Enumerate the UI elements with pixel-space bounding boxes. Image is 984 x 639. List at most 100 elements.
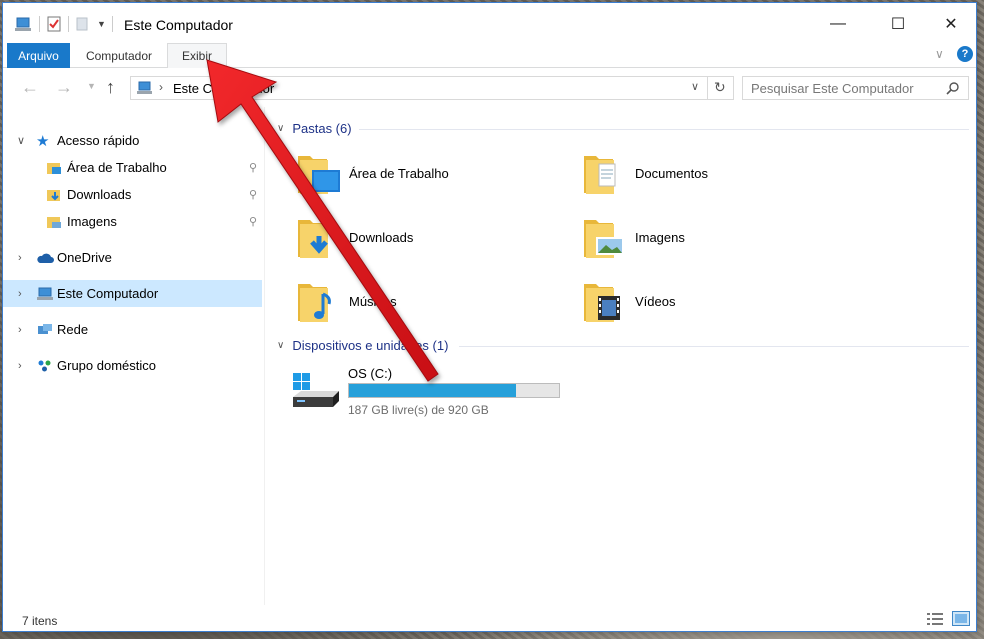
devices-header-label: Dispositivos e unidades (1) [292, 338, 449, 353]
folder-label: Músicas [349, 293, 397, 309]
ribbon-expand-icon[interactable]: ∨ [935, 47, 944, 61]
status-bar: 7 itens [3, 605, 976, 631]
toolbar-divider [68, 16, 69, 32]
drive-usage-fill [349, 384, 517, 397]
tab-computador[interactable]: Computador [75, 43, 163, 68]
forward-arrow-icon[interactable]: → [55, 77, 73, 98]
network-icon [38, 323, 52, 334]
documents-folder-icon [584, 156, 616, 194]
folder-label: Imagens [635, 229, 685, 245]
minimize-button[interactable]: — [827, 13, 849, 35]
search-box[interactable]: Pesquisar Este Computador [742, 76, 969, 100]
chevron-right-icon[interactable]: › [18, 360, 22, 372]
hard-drive-icon [293, 373, 339, 407]
pictures-folder-icon [47, 216, 61, 228]
toolbar-divider [111, 16, 113, 32]
folder-area-de-trabalho[interactable]: Área de Trabalho [297, 149, 557, 197]
nav-label: Acesso rápido [57, 133, 140, 148]
breadcrumb-separator-icon[interactable]: › [159, 80, 163, 94]
chevron-right-icon[interactable]: › [18, 324, 22, 336]
nav-item-grupo-domestico[interactable]: › Grupo doméstico [3, 352, 262, 379]
nav-label: Grupo doméstico [57, 358, 156, 373]
help-icon[interactable]: ? [957, 46, 973, 62]
refresh-icon[interactable]: ↻ [714, 79, 726, 96]
nav-label: Este Computador [57, 286, 159, 301]
details-view-icon[interactable] [927, 613, 943, 626]
onedrive-cloud-icon [37, 253, 54, 263]
customize-toolbar-icon[interactable]: ▼ [97, 19, 106, 29]
back-arrow-icon[interactable]: ← [21, 77, 39, 98]
nav-item-acesso-rapido[interactable]: ∨ ★ Acesso rápido [3, 127, 262, 154]
nav-item-rede[interactable]: › Rede [3, 316, 262, 343]
nav-item-onedrive[interactable]: › OneDrive [3, 244, 262, 271]
drive-os-c[interactable]: OS (C:) 187 GB livre(s) de 920 GB [291, 363, 571, 419]
tab-exibir[interactable]: Exibir [167, 43, 227, 68]
nav-label: Rede [57, 322, 89, 337]
chevron-right-icon[interactable]: › [18, 252, 22, 264]
chevron-down-icon[interactable]: ∨ [17, 134, 25, 147]
group-divider [359, 129, 969, 130]
drive-name: OS (C:) [348, 366, 393, 381]
folder-label: Vídeos [635, 293, 676, 309]
downloads-folder-icon [298, 220, 328, 258]
star-icon: ★ [36, 132, 50, 150]
up-arrow-icon[interactable]: ↑ [106, 77, 115, 98]
toolbar-divider [39, 16, 40, 32]
folder-label: Área de Trabalho [349, 165, 449, 181]
nav-label: Imagens [67, 214, 117, 229]
pictures-folder-icon [584, 220, 624, 258]
address-divider [707, 77, 708, 99]
drive-free-space: 187 GB livre(s) de 920 GB [348, 403, 489, 417]
nav-item-downloads[interactable]: Downloads ⚲ [3, 181, 262, 208]
large-icons-view-icon[interactable] [952, 611, 970, 626]
address-bar[interactable]: › Este Computador ∨ ↻ [130, 76, 734, 100]
pin-icon[interactable]: ⚲ [249, 215, 257, 228]
chevron-down-icon[interactable]: ∨ [277, 340, 284, 351]
pin-icon[interactable]: ⚲ [249, 161, 257, 174]
folder-downloads[interactable]: Downloads [297, 213, 557, 261]
close-button[interactable]: ✕ [940, 13, 962, 35]
chevron-down-icon[interactable]: ∨ [277, 123, 284, 134]
nav-item-imagens[interactable]: Imagens ⚲ [3, 208, 262, 235]
ribbon-tabs: Arquivo Computador Exibir ∨ ? [3, 43, 976, 68]
folder-imagens[interactable]: Imagens [583, 213, 843, 261]
title-bar: ▼ Este Computador — ☐ ✕ [3, 3, 976, 43]
quick-access-toolbar: ▼ [15, 15, 119, 33]
folders-header-label: Pastas (6) [292, 121, 352, 136]
pin-icon[interactable]: ⚲ [249, 188, 257, 201]
item-count: 7 itens [22, 614, 58, 628]
folders-group-header[interactable]: ∨ Pastas (6) [277, 121, 352, 136]
folder-musicas[interactable]: Músicas [297, 277, 557, 325]
new-folder-icon[interactable] [75, 16, 89, 32]
search-icon[interactable] [946, 82, 959, 95]
tab-arquivo[interactable]: Arquivo [7, 43, 70, 68]
nav-item-este-computador[interactable]: › Este Computador [3, 280, 262, 307]
group-divider [459, 346, 969, 347]
search-input[interactable]: Pesquisar Este Computador [751, 81, 914, 96]
nav-label: Área de Trabalho [67, 160, 167, 175]
breadcrumb-este-computador[interactable]: Este Computador [173, 81, 274, 96]
folder-videos[interactable]: Vídeos [583, 277, 843, 325]
desktop-folder-icon [47, 162, 61, 174]
content-pane: ∨ Pastas (6) Área de Trabalho Documentos [267, 107, 975, 605]
folder-documentos[interactable]: Documentos [583, 149, 843, 197]
properties-icon[interactable] [46, 16, 62, 32]
recent-locations-icon[interactable]: ▼ [87, 81, 96, 91]
devices-group-header[interactable]: ∨ Dispositivos e unidades (1) [277, 338, 448, 353]
videos-folder-icon [584, 284, 620, 322]
navigation-pane: ∨ ★ Acesso rápido Área de Trabalho ⚲ Dow… [3, 107, 265, 605]
computer-icon [137, 81, 152, 94]
chevron-right-icon[interactable]: › [18, 288, 22, 300]
downloads-folder-icon [47, 189, 60, 201]
nav-label: Downloads [67, 187, 132, 202]
computer-icon[interactable] [15, 16, 33, 32]
homegroup-icon [38, 360, 51, 371]
nav-item-area-de-trabalho[interactable]: Área de Trabalho ⚲ [3, 154, 262, 181]
desktop-folder-icon [298, 156, 340, 194]
folder-label: Downloads [349, 229, 414, 245]
address-dropdown-icon[interactable]: ∨ [691, 80, 699, 93]
drive-usage-bar [348, 383, 560, 398]
maximize-button[interactable]: ☐ [887, 13, 909, 35]
music-folder-icon [298, 284, 331, 322]
folder-label: Documentos [635, 165, 708, 181]
